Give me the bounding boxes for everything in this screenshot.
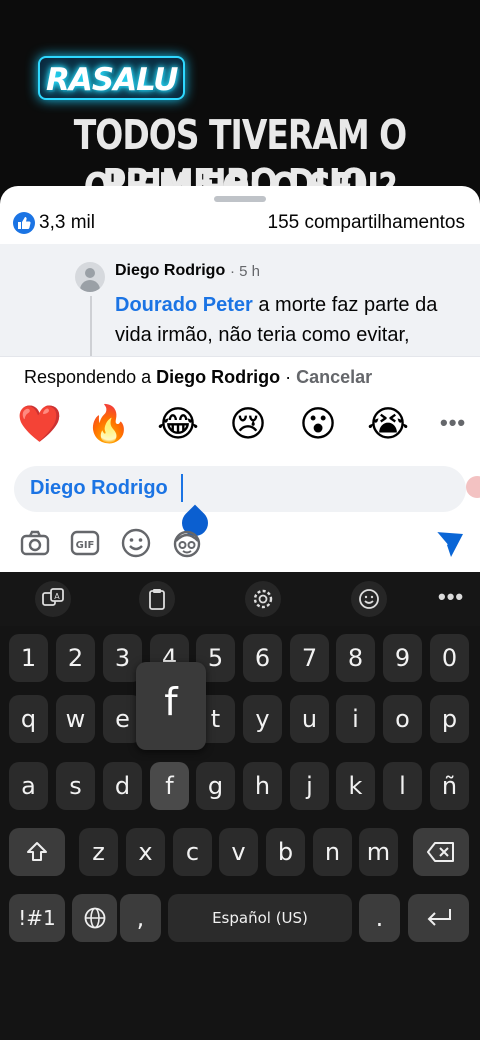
key-s[interactable]: s xyxy=(56,762,95,810)
avatar[interactable] xyxy=(75,262,105,292)
key-1[interactable]: 1 xyxy=(9,634,48,682)
crying-reaction-icon[interactable]: 😭 xyxy=(366,402,410,446)
channel-logo: RASALU xyxy=(38,56,186,100)
side-indicator xyxy=(466,476,480,498)
key-8[interactable]: 8 xyxy=(336,634,375,682)
key-v[interactable]: v xyxy=(219,828,258,876)
quick-reactions: ❤️ 🔥 😂 😢 😮 😭 ••• xyxy=(0,400,480,452)
enter-icon xyxy=(427,909,451,926)
sad-reaction-icon[interactable]: 😢 xyxy=(226,402,270,446)
comment-text: Dourado Peter a morte faz parte da vida … xyxy=(115,290,465,356)
comment-time: · 5 h xyxy=(230,263,261,280)
keyboard-more-icon[interactable]: ••• xyxy=(438,584,464,610)
language-key[interactable] xyxy=(72,894,117,942)
comment-thread: Diego Rodrigo · 5 h Dourado Peter a mort… xyxy=(0,244,480,356)
soft-keyboard: A ••• 1 2 3 4 5 6 7 8 9 0 q w e r t y u … xyxy=(0,572,480,1040)
wow-reaction-icon[interactable]: 😮 xyxy=(296,402,340,446)
comment-input[interactable]: Diego Rodrigo xyxy=(14,466,466,542)
comments-sheet: 3,3 mil 155 compartilhamentos Diego Rodr… xyxy=(0,186,480,572)
shift-key[interactable] xyxy=(9,828,65,876)
period-key[interactable]: . xyxy=(359,894,400,942)
key-a[interactable]: a xyxy=(9,762,48,810)
key-2[interactable]: 2 xyxy=(56,634,95,682)
key-w[interactable]: w xyxy=(56,695,95,743)
key-n-tilde[interactable]: ñ xyxy=(430,762,469,810)
key-q[interactable]: q xyxy=(9,695,48,743)
composer-toolbar: GIF xyxy=(0,524,480,564)
comment-mention[interactable]: Dourado Peter xyxy=(115,294,253,316)
settings-icon[interactable] xyxy=(245,581,281,617)
key-i[interactable]: i xyxy=(336,695,375,743)
key-o[interactable]: o xyxy=(383,695,422,743)
shift-icon xyxy=(27,842,47,861)
globe-icon xyxy=(84,907,105,929)
key-u[interactable]: u xyxy=(290,695,329,743)
key-k[interactable]: k xyxy=(336,762,375,810)
key-c[interactable]: c xyxy=(173,828,212,876)
comment-author[interactable]: Diego Rodrigo xyxy=(115,262,225,280)
key-b[interactable]: b xyxy=(266,828,305,876)
post-stats: 3,3 mil 155 compartilhamentos xyxy=(0,208,480,240)
gif-icon[interactable]: GIF xyxy=(68,526,102,560)
replying-separator: · xyxy=(280,367,297,387)
like-icon xyxy=(13,212,35,234)
laughing-reaction-icon[interactable]: 😂 xyxy=(156,402,200,446)
key-g[interactable]: g xyxy=(196,762,235,810)
sheet-drag-handle[interactable] xyxy=(214,196,266,202)
symbols-key[interactable]: !#1 xyxy=(9,894,65,942)
video-overlay: RASALU TODOS TIVERAM O PRIMEIRO DUO, QUE… xyxy=(0,0,480,200)
key-preview-popup: f xyxy=(136,662,206,750)
backspace-key[interactable] xyxy=(413,828,469,876)
key-p[interactable]: p xyxy=(430,695,469,743)
key-l[interactable]: l xyxy=(383,762,422,810)
translate-icon[interactable]: A xyxy=(35,581,71,617)
replying-prefix: Respondendo a xyxy=(24,367,157,387)
key-n[interactable]: n xyxy=(313,828,352,876)
cancel-reply-button[interactable]: Cancelar xyxy=(296,367,372,387)
send-icon[interactable] xyxy=(434,530,464,563)
key-y[interactable]: y xyxy=(243,695,282,743)
key-f[interactable]: f xyxy=(150,762,189,810)
fire-reaction-icon[interactable]: 🔥 xyxy=(86,402,131,446)
key-0[interactable]: 0 xyxy=(430,634,469,682)
key-6[interactable]: 6 xyxy=(243,634,282,682)
camera-icon[interactable] xyxy=(18,526,52,560)
enter-key[interactable] xyxy=(408,894,469,942)
svg-text:A: A xyxy=(54,592,60,601)
replying-name: Diego Rodrigo xyxy=(156,367,281,387)
key-h[interactable]: h xyxy=(243,762,282,810)
more-reactions-icon[interactable]: ••• xyxy=(440,410,466,436)
key-m[interactable]: m xyxy=(359,828,398,876)
avatar-sticker-icon[interactable] xyxy=(170,526,204,560)
comma-key[interactable]: , xyxy=(120,894,161,942)
clipboard-icon[interactable] xyxy=(139,581,175,617)
backspace-icon xyxy=(427,842,454,862)
text-cursor xyxy=(181,474,183,502)
comment-input-value: Diego Rodrigo xyxy=(30,477,168,499)
key-j[interactable]: j xyxy=(290,762,329,810)
key-7[interactable]: 7 xyxy=(290,634,329,682)
key-9[interactable]: 9 xyxy=(383,634,422,682)
replying-to-bar: Respondendo a Diego Rodrigo · Cancelar xyxy=(0,356,480,398)
thread-line xyxy=(90,296,92,356)
heart-reaction-icon[interactable]: ❤️ xyxy=(17,402,62,446)
keyboard-toolbar: A ••• xyxy=(0,572,480,626)
space-key[interactable]: Español (US) xyxy=(168,894,352,942)
shares-count[interactable]: 155 compartilhamentos xyxy=(268,212,466,234)
keyboard-emoji-icon[interactable] xyxy=(351,581,387,617)
emoji-icon[interactable] xyxy=(119,526,153,560)
key-x[interactable]: x xyxy=(126,828,165,876)
key-z[interactable]: z xyxy=(79,828,118,876)
key-d[interactable]: d xyxy=(103,762,142,810)
svg-text:GIF: GIF xyxy=(76,540,95,551)
likes-count[interactable]: 3,3 mil xyxy=(39,212,95,234)
